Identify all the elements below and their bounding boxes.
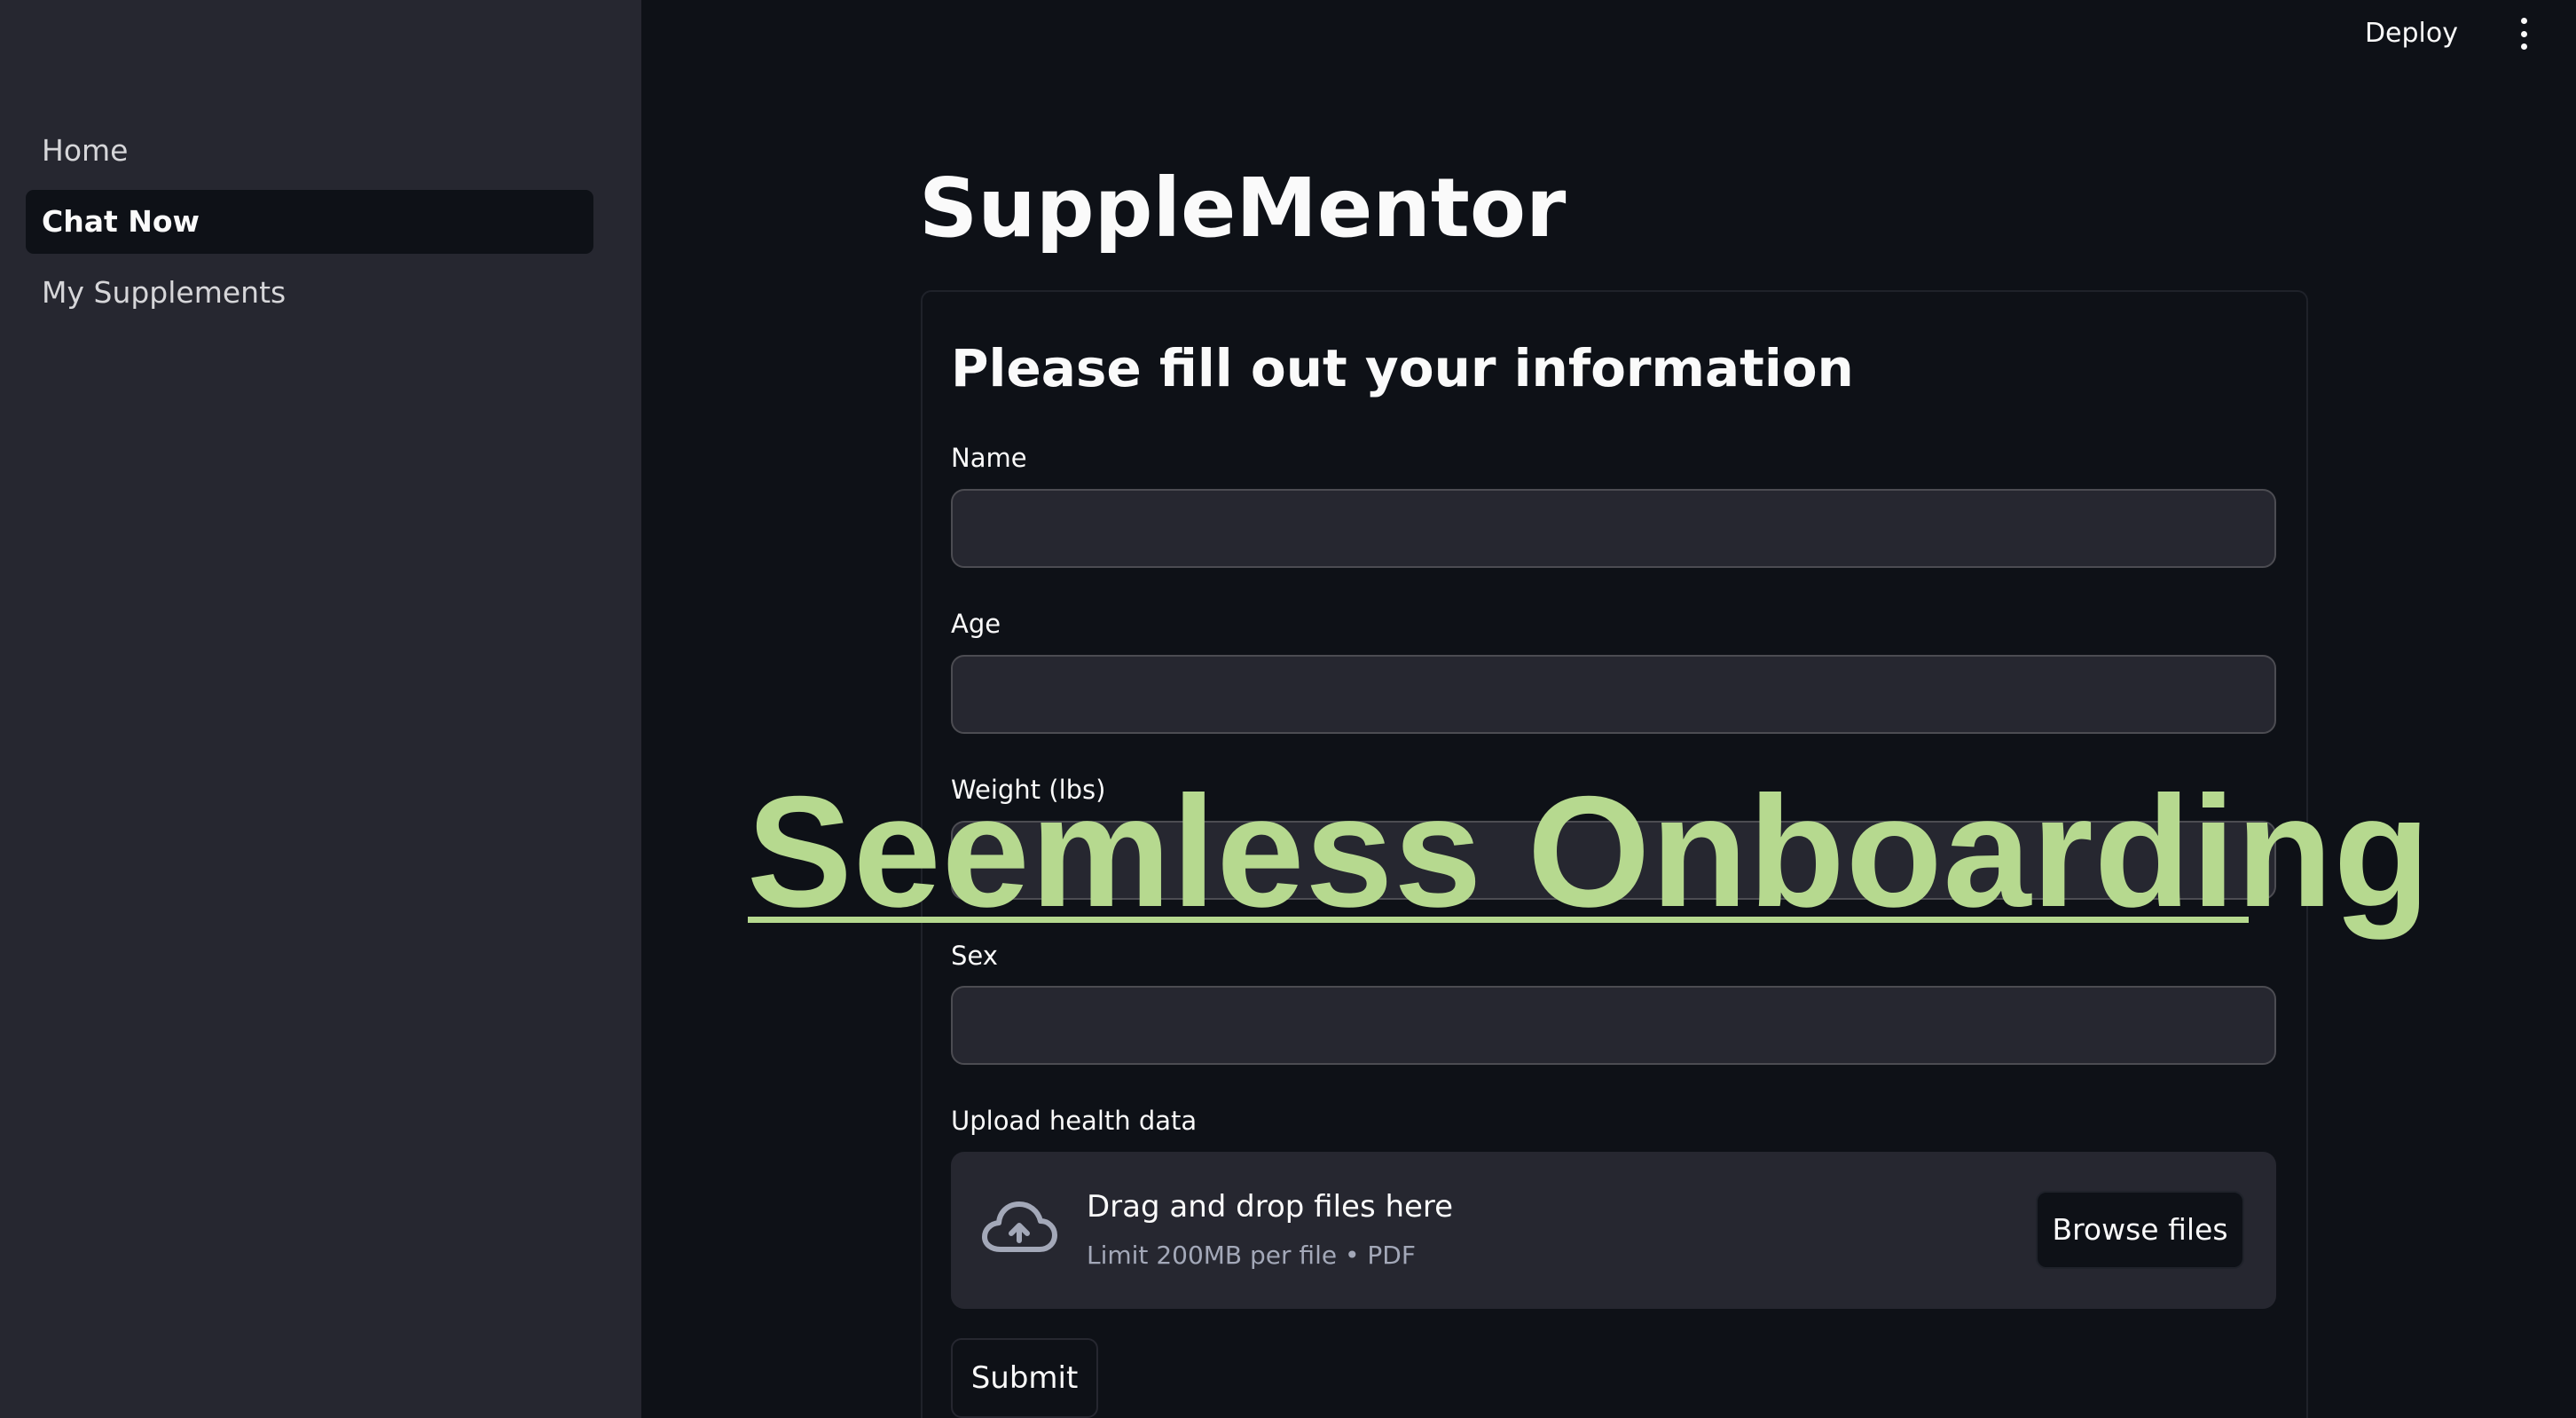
sidebar-item-label: Chat Now [42, 204, 200, 239]
overlay-caption: Seemless Onboarding [747, 763, 2431, 940]
overlay-underline [748, 917, 2249, 923]
name-label: Name [951, 443, 1027, 473]
sex-label: Sex [951, 941, 998, 971]
deploy-button[interactable]: Deploy [2365, 12, 2458, 55]
upload-label: Upload health data [951, 1106, 1198, 1136]
sex-input[interactable] [951, 986, 2276, 1065]
browse-files-button[interactable]: Browse files [2036, 1191, 2244, 1269]
age-label: Age [951, 609, 1001, 639]
form-heading: Please fill out your information [951, 338, 1854, 398]
page-title: SuppleMentor [919, 161, 1567, 256]
cloud-upload-icon [982, 1201, 1057, 1252]
dropzone-limit-text: Limit 200MB per file • PDF [1087, 1241, 1416, 1270]
name-input[interactable] [951, 489, 2276, 568]
sidebar-item-label: Home [42, 133, 129, 168]
kebab-menu-icon[interactable] [2517, 18, 2530, 50]
sidebar-item-my-supplements[interactable]: My Supplements [26, 261, 593, 325]
sidebar-item-chat-now[interactable]: Chat Now [26, 190, 593, 254]
sidebar-item-label: My Supplements [42, 275, 287, 310]
file-dropzone[interactable]: Drag and drop files here Limit 200MB per… [951, 1152, 2276, 1309]
app-root: Home Chat Now My Supplements Deploy Supp… [0, 0, 2576, 1418]
submit-button[interactable]: Submit [951, 1338, 1098, 1418]
sidebar-item-home[interactable]: Home [26, 119, 593, 183]
sidebar: Home Chat Now My Supplements [0, 0, 641, 1418]
age-input[interactable] [951, 655, 2276, 734]
dropzone-title: Drag and drop files here [1087, 1189, 1454, 1225]
